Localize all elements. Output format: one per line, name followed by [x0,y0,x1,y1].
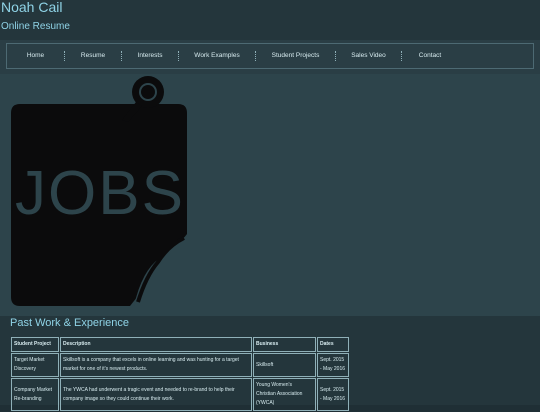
cell-dates: Sept. 2015 - May 2016 [317,378,349,411]
nav-interests[interactable]: Interests [122,51,179,61]
work-table: Student Project Description Business Dat… [10,336,350,412]
site-title: Noah Cail [1,0,63,15]
nav-resume[interactable]: Resume [65,51,122,61]
jobs-note-icon: JOBS [11,76,187,306]
cell-project: Target Market Discovery [11,353,59,377]
table-row: Target Market Discovery Skillsoft is a c… [11,353,349,377]
section-title: Past Work & Experience [10,317,130,329]
page-header: Noah Cail Online Resume [0,0,540,40]
col-student-project: Student Project [11,337,59,352]
nav-student-projects[interactable]: Student Projects [256,51,336,61]
cell-description: Skillsoft is a company that excels in on… [60,353,252,377]
nav-home[interactable]: Home [7,51,65,61]
navigation-bar: Home Resume Interests Work Examples Stud… [0,40,540,74]
cell-description: The YWCA had underwent a tragic event an… [60,378,252,411]
cell-business: Skillsoft [253,353,316,377]
nav-menu: Home Resume Interests Work Examples Stud… [6,43,534,69]
col-dates: Dates [317,337,349,352]
cell-project: Company Market Re-branding [11,378,59,411]
nav-contact[interactable]: Contact [402,51,458,61]
col-business: Business [253,337,316,352]
cell-business: Young Women's Christian Association (YWC… [253,378,316,411]
site-subtitle: Online Resume [1,21,70,32]
nav-sales-video[interactable]: Sales Video [336,51,402,61]
table-row: Company Market Re-branding The YWCA had … [11,378,349,411]
table-header-row: Student Project Description Business Dat… [11,337,349,352]
cell-dates: Sept. 2015 - May 2016 [317,353,349,377]
nav-work-examples[interactable]: Work Examples [179,51,256,61]
jobs-text: JOBS [15,159,185,228]
col-description: Description [60,337,252,352]
hero-banner: JOBS [0,74,540,316]
